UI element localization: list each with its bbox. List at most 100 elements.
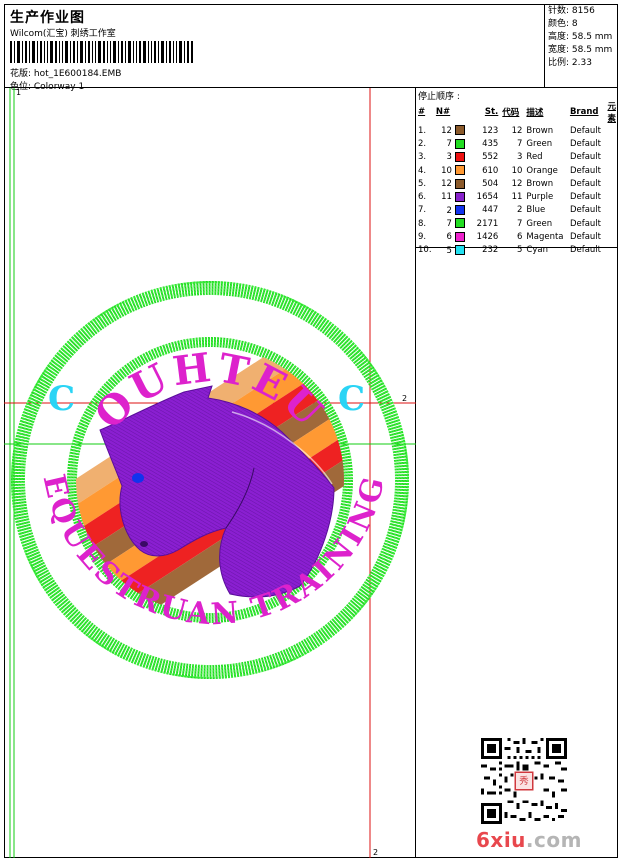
row-brand: Default <box>569 178 601 189</box>
row-index: 8. <box>418 218 427 229</box>
row-stitches: 435 <box>482 138 499 149</box>
row-desc: Green <box>526 138 553 149</box>
color-swatch <box>454 205 465 216</box>
qr-code: 秀 <box>481 738 567 824</box>
row-code: 12 <box>511 125 523 136</box>
watermark: 6xiu.com <box>476 828 582 852</box>
embroidery-design: 1 2 2 C C OUHTEU EQUESTRUAN TRAINING <box>4 88 416 858</box>
row-index: 1. <box>418 125 427 136</box>
row-code: 3 <box>517 152 523 163</box>
row-index: 9. <box>418 232 427 243</box>
row-desc: Magenta <box>526 232 564 243</box>
row-element <box>605 177 618 190</box>
stop-sequence-table: # N# St. 代码 描述 Brand 元素 1. 12 123 12 Brown D… <box>416 100 618 257</box>
row-desc: Orange <box>526 165 558 176</box>
color-swatch <box>454 165 465 176</box>
row-desc: Green <box>526 218 553 229</box>
color-swatch <box>454 231 465 242</box>
row-desc: Cyan <box>526 245 548 256</box>
row-desc: Red <box>526 152 543 163</box>
color-swatch <box>454 191 465 202</box>
page-title: 生产作业图 <box>10 10 85 26</box>
row-element <box>605 190 618 203</box>
stats-panel: 针数: 8156 颜色: 8 高度: 58.5 mm 宽度: 58.5 mm 比… <box>545 4 618 88</box>
cyan-letter-left: C <box>48 379 75 419</box>
row-index: 6. <box>418 192 427 203</box>
row-brand: Default <box>569 125 601 136</box>
watermark-text: 6xiu <box>476 828 526 852</box>
header-panel: 生产作业图 Wilcom(汇宝) 刺绣工作室 花版: hot_1E600184.… <box>4 4 545 92</box>
row-index: 3. <box>418 152 427 163</box>
row-needle: 7 <box>434 137 468 150</box>
row-code: 6 <box>517 232 523 243</box>
design-canvas: 1 2 2 C C OUHTEU EQUESTRUAN TRAINING <box>4 88 416 858</box>
studio-label: Wilcom(汇宝) 刺绣工作室 <box>10 29 116 39</box>
row-code: 11 <box>511 192 523 203</box>
design-ratio: 比例: 2.33 <box>548 58 592 68</box>
row-stitches: 504 <box>482 178 499 189</box>
color-swatch <box>454 178 465 189</box>
row-code: 7 <box>517 138 523 149</box>
row-element <box>605 244 618 257</box>
row-stitches: 123 <box>482 125 499 136</box>
row-index: 7. <box>418 205 427 216</box>
row-needle: 2 <box>434 204 468 217</box>
table-header-row: # N# St. 代码 描述 Brand 元素 <box>416 100 618 124</box>
design-height: 高度: 58.5 mm <box>548 32 613 42</box>
col-desc: 描述 <box>526 108 544 118</box>
row-stitches: 2171 <box>476 218 499 229</box>
row-element <box>605 124 618 137</box>
marker-right: 2 <box>402 394 407 403</box>
color-swatch <box>454 218 465 229</box>
row-desc: Purple <box>526 192 554 203</box>
row-stitches: 447 <box>482 205 499 216</box>
table-row: 9. 6 1426 6 Magenta Default <box>416 230 618 243</box>
color-swatch <box>454 138 465 149</box>
color-swatch <box>454 151 465 162</box>
row-brand: Default <box>569 138 601 149</box>
row-code: 12 <box>511 178 523 189</box>
row-needle: 12 <box>434 124 468 137</box>
row-element <box>605 217 618 230</box>
row-index: 5. <box>418 178 427 189</box>
row-desc: Brown <box>526 178 554 189</box>
table-row: 8. 7 2171 7 Green Default <box>416 217 618 230</box>
row-needle: 7 <box>434 217 468 230</box>
row-element <box>605 204 618 217</box>
row-element <box>605 230 618 243</box>
row-desc: Brown <box>526 125 554 136</box>
table-row: 2. 7 435 7 Green Default <box>416 137 618 150</box>
table-row: 10. 5 232 5 Cyan Default <box>416 244 618 257</box>
watermark-suffix: .com <box>525 828 582 852</box>
stitch-count: 针数: 8156 <box>548 6 595 16</box>
row-brand: Default <box>569 245 601 256</box>
table-row: 3. 3 552 3 Red Default <box>416 151 618 164</box>
row-stitches: 1426 <box>476 232 499 243</box>
color-swatch <box>454 245 465 256</box>
row-needle: 11 <box>434 190 468 203</box>
color-count: 颜色: 8 <box>548 19 578 29</box>
row-brand: Default <box>569 152 601 163</box>
barcode <box>10 41 193 63</box>
row-needle: 12 <box>434 177 468 190</box>
table-row: 4. 10 610 10 Orange Default <box>416 164 618 177</box>
col-code: 代码 <box>502 108 520 118</box>
row-code: 2 <box>517 205 523 216</box>
col-index: # <box>418 107 426 117</box>
row-index: 4. <box>418 165 427 176</box>
cyan-letter-right: C <box>338 379 365 419</box>
row-code: 7 <box>517 218 523 229</box>
col-element: 元素 <box>607 102 616 124</box>
row-brand: Default <box>569 165 601 176</box>
row-brand: Default <box>569 192 601 203</box>
row-stitches: 1654 <box>476 192 499 203</box>
col-brand: Brand <box>569 107 599 117</box>
color-swatch <box>454 125 465 136</box>
design-width: 宽度: 58.5 mm <box>548 45 613 55</box>
design-file-label: 花版: hot_1E600184.EMB <box>10 69 122 79</box>
row-brand: Default <box>569 232 601 243</box>
row-element <box>605 151 618 164</box>
table-row: 7. 2 447 2 Blue Default <box>416 204 618 217</box>
row-index: 10. <box>418 245 432 256</box>
table-row: 6. 11 1654 11 Purple Default <box>416 190 618 203</box>
